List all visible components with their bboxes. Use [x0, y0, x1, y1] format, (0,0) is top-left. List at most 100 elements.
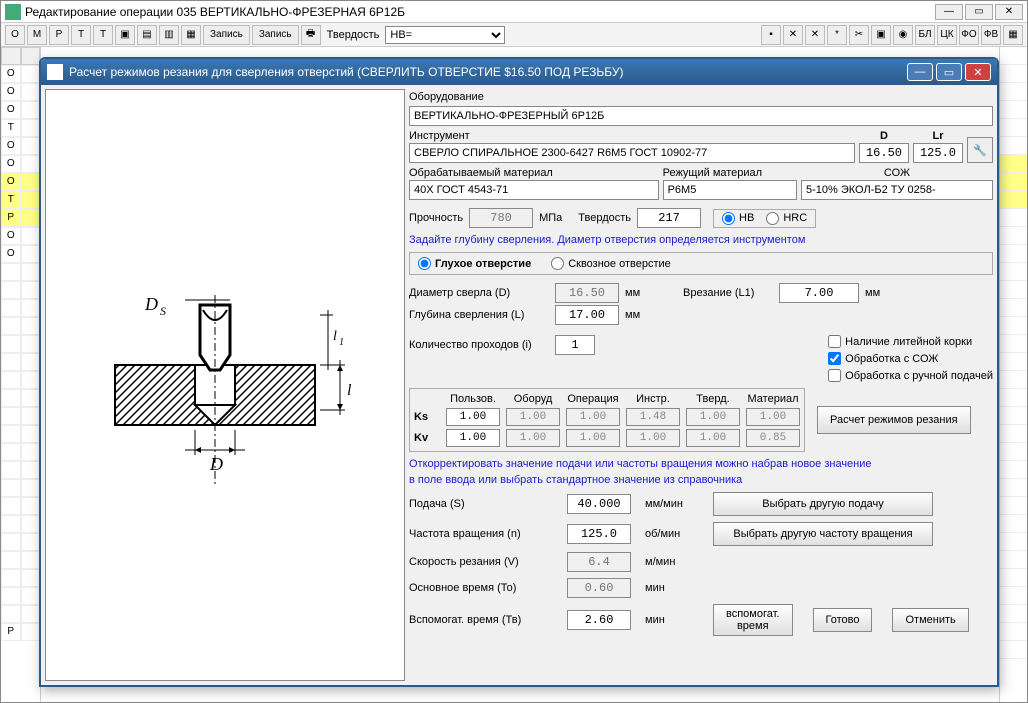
correction-hint-1: Откорректировать значение подачи или час…: [409, 458, 993, 470]
toolbar-icon-7[interactable]: *: [827, 25, 847, 45]
dialog-icon: [47, 64, 63, 80]
ks-user[interactable]: 1.00: [446, 408, 500, 426]
main-toolbar: О М Р Т Т ▣ ▤ ▥ ▦ Запись Запись 🖶 Твердо…: [1, 23, 1027, 47]
toolbar-delete-icon[interactable]: ✕: [783, 25, 803, 45]
depth-field[interactable]: [555, 305, 619, 325]
drill-icon: 🔧: [973, 144, 987, 157]
app-icon: [5, 4, 21, 20]
ks-hard: 1.00: [686, 408, 740, 426]
cutting-mode-dialog: Расчет режимов резания для сверления отв…: [39, 57, 999, 687]
cast-crust-checkbox[interactable]: [828, 335, 841, 348]
tab-r[interactable]: Р: [49, 25, 69, 45]
blind-hole-radio[interactable]: [418, 257, 431, 270]
tab-t2[interactable]: Т: [93, 25, 113, 45]
dialog-minimize-button[interactable]: —: [907, 63, 933, 81]
lr-input[interactable]: [913, 143, 963, 163]
d-input[interactable]: [859, 143, 909, 163]
rpm-field[interactable]: [567, 524, 631, 544]
equipment-label: Оборудование: [409, 91, 993, 103]
results-grid: Подача (S) мм/мин Выбрать другую подачу …: [409, 492, 993, 636]
drill-diagram: D D S l: [45, 89, 405, 681]
material-field[interactable]: 40Х ГОСТ 4543-71: [409, 180, 659, 200]
hardness-select[interactable]: HB=: [385, 26, 505, 44]
hardness-label: Твердость: [578, 212, 631, 224]
close-button[interactable]: ✕: [995, 4, 1023, 20]
ks-mat: 1.00: [746, 408, 800, 426]
equipment-field[interactable]: ВЕРТИКАЛЬНО-ФРЕЗЕРНЫЙ 6Р12Б: [409, 106, 993, 126]
main-window: Редактирование операции 035 ВЕРТИКАЛЬНО-…: [0, 0, 1028, 703]
maximize-button[interactable]: ▭: [965, 4, 993, 20]
hb-radio[interactable]: [722, 212, 735, 225]
aux-time-button[interactable]: вспомогат. время: [713, 604, 793, 636]
main-title: Редактирование операции 035 ВЕРТИКАЛЬНО-…: [25, 5, 405, 19]
save-button-1[interactable]: Запись: [203, 25, 250, 45]
toolbar-cut-icon[interactable]: ✂: [849, 25, 869, 45]
hardness-field[interactable]: [637, 208, 701, 228]
tab-m[interactable]: М: [27, 25, 47, 45]
through-hole-radio[interactable]: [551, 257, 564, 270]
cutmat-label: Режущий материал: [663, 167, 797, 179]
toolbar-icon-1[interactable]: ▣: [115, 25, 135, 45]
manual-feed-checkbox[interactable]: [828, 369, 841, 382]
feed-label: Подача (S): [409, 498, 559, 510]
coolant-label: СОЖ: [801, 167, 993, 179]
toolbar-icon-2[interactable]: ▤: [137, 25, 157, 45]
toolbar-icon-10[interactable]: БЛ: [915, 25, 935, 45]
to-field: [567, 578, 631, 598]
kv-hard: 1.00: [686, 429, 740, 447]
kv-op: 1.00: [566, 429, 620, 447]
tool-field[interactable]: СВЕРЛО СПИРАЛЬНОЕ 2300-6427 R6M5 ГОСТ 10…: [409, 143, 855, 163]
tool-picker-button[interactable]: 🔧: [967, 137, 993, 163]
tab-o[interactable]: О: [5, 25, 25, 45]
correction-hint-2: в поле ввода или выбрать стандартное зна…: [409, 474, 993, 486]
calculate-button[interactable]: Расчет режимов резания: [817, 406, 971, 434]
to-label: Основное время (То): [409, 582, 559, 594]
dialog-titlebar: Расчет режимов резания для сверления отв…: [41, 59, 997, 85]
toolbar-icon-9[interactable]: ◉: [893, 25, 913, 45]
tv-field[interactable]: [567, 610, 631, 630]
toolbar-icon-4[interactable]: ▦: [181, 25, 201, 45]
toolbar-icon-14[interactable]: ▦: [1003, 25, 1023, 45]
hrc-radio[interactable]: [766, 212, 779, 225]
toolbar-icon-3[interactable]: ▥: [159, 25, 179, 45]
cancel-button[interactable]: Отменить: [892, 608, 968, 632]
toolbar-icon-print[interactable]: 🖶: [301, 25, 321, 45]
hardness-label: Твердость: [327, 29, 380, 41]
select-feed-button[interactable]: Выбрать другую подачу: [713, 492, 933, 516]
svg-text:1: 1: [339, 337, 344, 348]
toolbar-icon-6[interactable]: ✕: [805, 25, 825, 45]
feed-field[interactable]: [567, 494, 631, 514]
cutmat-field[interactable]: P6M5: [663, 180, 797, 200]
diagram-svg: D D S l: [85, 255, 365, 515]
kv-tool: 1.00: [626, 429, 680, 447]
dialog-close-button[interactable]: ✕: [965, 63, 991, 81]
kv-mat: 0.85: [746, 429, 800, 447]
toolbar-icon-13[interactable]: ФВ: [981, 25, 1001, 45]
toolbar-icon-8[interactable]: ▣: [871, 25, 891, 45]
ok-button[interactable]: Готово: [813, 608, 873, 632]
svg-text:S: S: [160, 304, 166, 318]
speed-label: Скорость резания (V): [409, 556, 559, 568]
toolbar-icon-12[interactable]: ФО: [959, 25, 979, 45]
svg-text:l: l: [333, 329, 337, 344]
save-button-2[interactable]: Запись: [252, 25, 299, 45]
coolant-checkbox[interactable]: [828, 352, 841, 365]
toolbar-icon-5[interactable]: ▪: [761, 25, 781, 45]
kv-equip: 1.00: [506, 429, 560, 447]
tool-label: Инструмент: [409, 130, 855, 142]
svg-text:l: l: [347, 382, 352, 399]
kv-user[interactable]: 1.00: [446, 429, 500, 447]
tab-t1[interactable]: Т: [71, 25, 91, 45]
drill-diam-label: Диаметр сверла (D): [409, 287, 549, 299]
passes-field[interactable]: [555, 335, 595, 355]
dialog-maximize-button[interactable]: ▭: [936, 63, 962, 81]
right-grid: [999, 47, 1027, 702]
toolbar-icon-11[interactable]: ЦК: [937, 25, 957, 45]
rpm-label: Частота вращения (n): [409, 528, 559, 540]
minimize-button[interactable]: —: [935, 4, 963, 20]
lr-label: Lr: [913, 130, 963, 142]
coolant-field[interactable]: 5-10% ЭКОЛ-Б2 ТУ 0258-: [801, 180, 993, 200]
coef-table: Пользов. Оборуд Операция Инстр. Тверд. М…: [409, 388, 805, 452]
select-rpm-button[interactable]: Выбрать другую частоту вращения: [713, 522, 933, 546]
plunge-field[interactable]: [779, 283, 859, 303]
